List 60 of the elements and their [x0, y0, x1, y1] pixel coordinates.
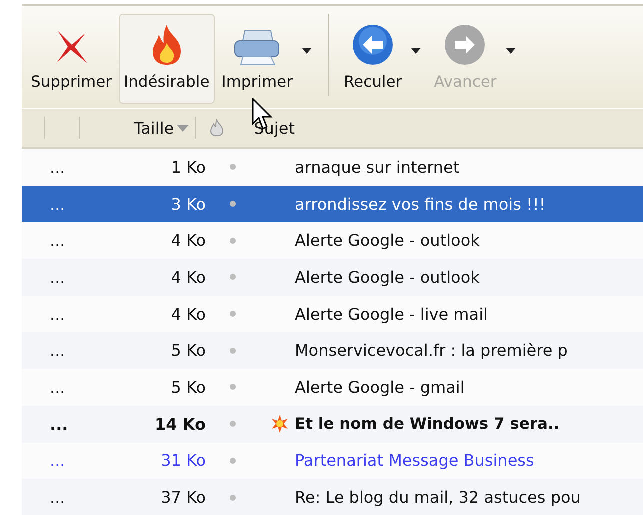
- status-dot: [230, 458, 236, 464]
- status-dot: [230, 348, 236, 354]
- message-row[interactable]: ... 5 Ko Alerte Google - gmail: [22, 369, 643, 406]
- table-cell-text: ...: [50, 488, 66, 508]
- status-dot: [230, 274, 236, 280]
- caret-icon[interactable]: [302, 48, 312, 54]
- size-cell-text: 31 Ko: [160, 451, 206, 470]
- table-cell-text: ...: [50, 378, 66, 397]
- size-cell-text: 3 Ko: [170, 194, 206, 214]
- message-row[interactable]: ... 3 Ko arrondissez vos fins de mois !!!: [22, 186, 643, 222]
- table-cell-text: ...: [50, 158, 66, 177]
- status-dot: [230, 311, 236, 318]
- caret-icon[interactable]: [411, 48, 422, 54]
- table-cell-text: ...: [50, 231, 66, 250]
- subject-cell: Alerte Google - live mail: [295, 304, 488, 324]
- table-cell-text: ...: [50, 304, 66, 324]
- subject-cell: Alerte Google - outlook: [295, 268, 480, 287]
- size-cell-text: 5 Ko: [170, 341, 206, 360]
- size-column-header[interactable]: Taille: [134, 118, 190, 138]
- subject-cell: arnaque sur internet: [295, 158, 460, 177]
- size-cell-text: 4 Ko: [170, 268, 206, 287]
- message-row[interactable]: ... 4 Ko Alerte Google - live mail: [22, 296, 643, 332]
- table-cell-text: ...: [50, 414, 70, 434]
- size-cell-text: 14 Ko: [154, 414, 206, 434]
- size-cell-text: 4 Ko: [170, 304, 206, 324]
- status-dot: [230, 238, 236, 244]
- subject-column-header[interactable]: Sujet: [254, 118, 295, 138]
- message-row[interactable]: ... 5 Ko Monservicevocal.fr : la première p: [22, 332, 643, 370]
- status-dot: [230, 421, 236, 428]
- subject-cell: Re: Le blog du mail, 32 astuces pou: [295, 488, 581, 508]
- status-dot: [230, 384, 236, 390]
- toolbar-button[interactable]: Imprimer: [216, 14, 298, 104]
- message-row[interactable]: ... 1 Ko arnaque sur internet: [22, 149, 643, 186]
- sort-arrow-icon: [177, 124, 190, 132]
- table-cell-text: ...: [50, 451, 66, 470]
- toolbar-button[interactable]: Supprimer: [26, 14, 118, 104]
- message-row[interactable]: ... 4 Ko Alerte Google - outlook: [22, 259, 643, 296]
- status-dot: [230, 494, 236, 501]
- subject-cell: Et le nom de Windows 7 sera..: [295, 415, 560, 434]
- size-cell-text: 4 Ko: [170, 231, 206, 250]
- subject-cell: Monservicevocal.fr : la première p: [295, 341, 568, 360]
- toolbar-button[interactable]: Reculer: [338, 14, 408, 104]
- subject-cell: Alerte Google - gmail: [295, 378, 465, 397]
- size-cell-text: 5 Ko: [170, 378, 206, 397]
- message-row[interactable]: ... 4 Ko Alerte Google - outlook: [22, 222, 643, 260]
- table-cell-text: ...: [50, 194, 66, 214]
- message-row[interactable]: ... 37 Ko Re: Le blog du mail, 32 astuces pou: [22, 479, 643, 515]
- status-dot: [230, 201, 236, 208]
- message-row[interactable]: ... 14 Ko Et le nom de Windows 7 sera..: [22, 406, 643, 442]
- subject-cell: Partenariat Message Business: [295, 451, 534, 470]
- status-dot: [230, 164, 236, 170]
- subject-cell: arrondissez vos fins de mois !!!: [295, 194, 546, 214]
- size-cell-text: 1 Ko: [170, 158, 206, 177]
- table-cell-text: ...: [50, 268, 66, 287]
- flame-icon: [210, 119, 224, 137]
- table-cell-text: ...: [50, 341, 66, 360]
- subject-cell: Alerte Google - outlook: [295, 231, 480, 250]
- size-cell-text: 37 Ko: [160, 488, 206, 508]
- message-row[interactable]: ... 31 Ko Partenariat Message Business: [22, 442, 643, 480]
- toolbar-button[interactable]: Indésirable: [119, 14, 215, 104]
